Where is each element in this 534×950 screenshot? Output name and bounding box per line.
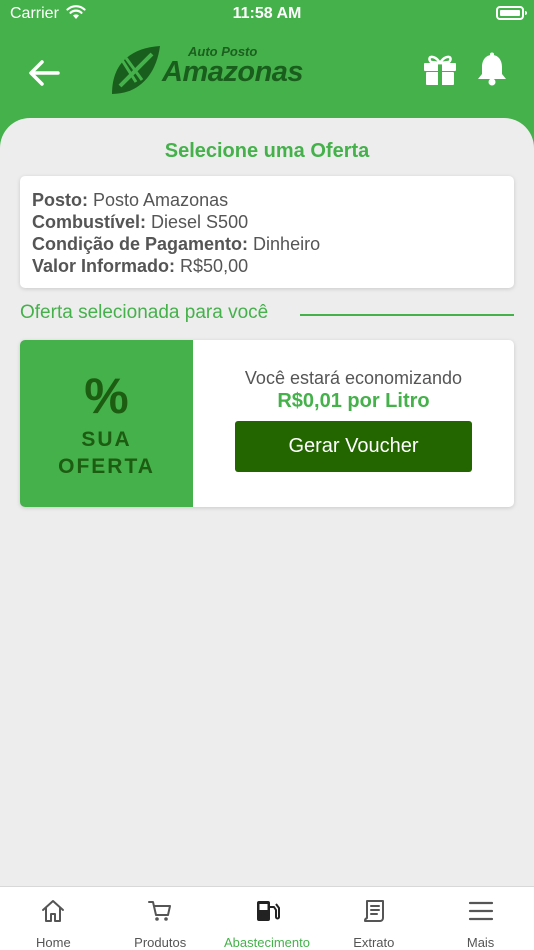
info-posto-label: Posto: <box>32 190 88 210</box>
generate-voucher-button[interactable]: Gerar Voucher <box>235 421 472 472</box>
section-title: Oferta selecionada para você <box>20 302 277 324</box>
main-content: Selecione uma Oferta Posto: Posto Amazon… <box>0 118 534 886</box>
info-valor: Valor Informado: R$50,00 <box>32 255 502 277</box>
notifications-button[interactable] <box>476 52 508 86</box>
order-info-card: Posto: Posto Amazonas Combustível: Diese… <box>20 176 514 288</box>
info-combustivel-label: Combustível: <box>32 212 147 232</box>
info-posto: Posto: Posto Amazonas <box>32 189 502 211</box>
tab-produtos-label: Produtos <box>134 935 187 950</box>
info-valor-value: R$50,00 <box>180 256 249 276</box>
section-header: Oferta selecionada para você <box>20 302 514 328</box>
offer-card: % SUA OFERTA Você estará economizando R$… <box>20 340 514 507</box>
tab-home[interactable]: Home <box>0 887 107 950</box>
logo-title: Amazonas <box>162 56 304 88</box>
fuel-pump-icon <box>256 901 280 921</box>
offer-badge: % SUA OFERTA <box>20 340 193 507</box>
gift-button[interactable] <box>422 52 458 86</box>
bottom-tab-bar: Home Produtos Abastecimento Extrato Mais <box>0 886 534 950</box>
tab-extrato[interactable]: Extrato <box>320 887 427 950</box>
section-divider <box>300 314 514 316</box>
tab-abastecimento-label: Abastecimento <box>223 935 310 950</box>
receipt-icon <box>363 900 384 922</box>
offer-badge-line1: SUA <box>81 428 132 451</box>
status-bar: Carrier 11:58 AM <box>0 0 534 28</box>
menu-icon <box>468 901 493 921</box>
battery-icon <box>496 6 527 20</box>
info-pagamento: Condição de Pagamento: Dinheiro <box>32 233 502 255</box>
tab-abastecimento[interactable]: Abastecimento <box>214 887 321 950</box>
saving-value: R$0,01 por Litro <box>277 390 430 412</box>
back-button[interactable] <box>26 57 62 89</box>
bell-icon <box>478 52 506 86</box>
percent-icon: % <box>84 368 129 424</box>
info-posto-value: Posto Amazonas <box>93 190 229 210</box>
tab-home-label: Home <box>36 935 71 950</box>
offer-badge-line2: OFERTA <box>58 455 155 478</box>
home-icon <box>42 900 65 922</box>
info-combustivel: Combustível: Diesel S500 <box>32 211 502 233</box>
tab-extrato-label: Extrato <box>353 935 395 950</box>
gift-icon <box>424 55 456 85</box>
status-time: 11:58 AM <box>232 5 302 22</box>
tab-mais[interactable]: Mais <box>427 887 534 950</box>
leaf-logo-icon <box>112 46 160 94</box>
info-valor-label: Valor Informado: <box>32 256 176 276</box>
info-pagamento-label: Condição de Pagamento: <box>32 234 249 254</box>
brand-logo: Auto Posto Amazonas <box>108 42 308 98</box>
info-combustivel-value: Diesel S500 <box>151 212 249 232</box>
info-pagamento-value: Dinheiro <box>253 234 321 254</box>
tab-produtos[interactable]: Produtos <box>107 887 214 950</box>
page-title: Selecione uma Oferta <box>164 140 370 162</box>
saving-text: Você estará economizando <box>244 368 463 388</box>
tab-mais-label: Mais <box>466 935 495 950</box>
cart-icon <box>148 901 172 921</box>
arrow-left-icon <box>29 60 60 86</box>
